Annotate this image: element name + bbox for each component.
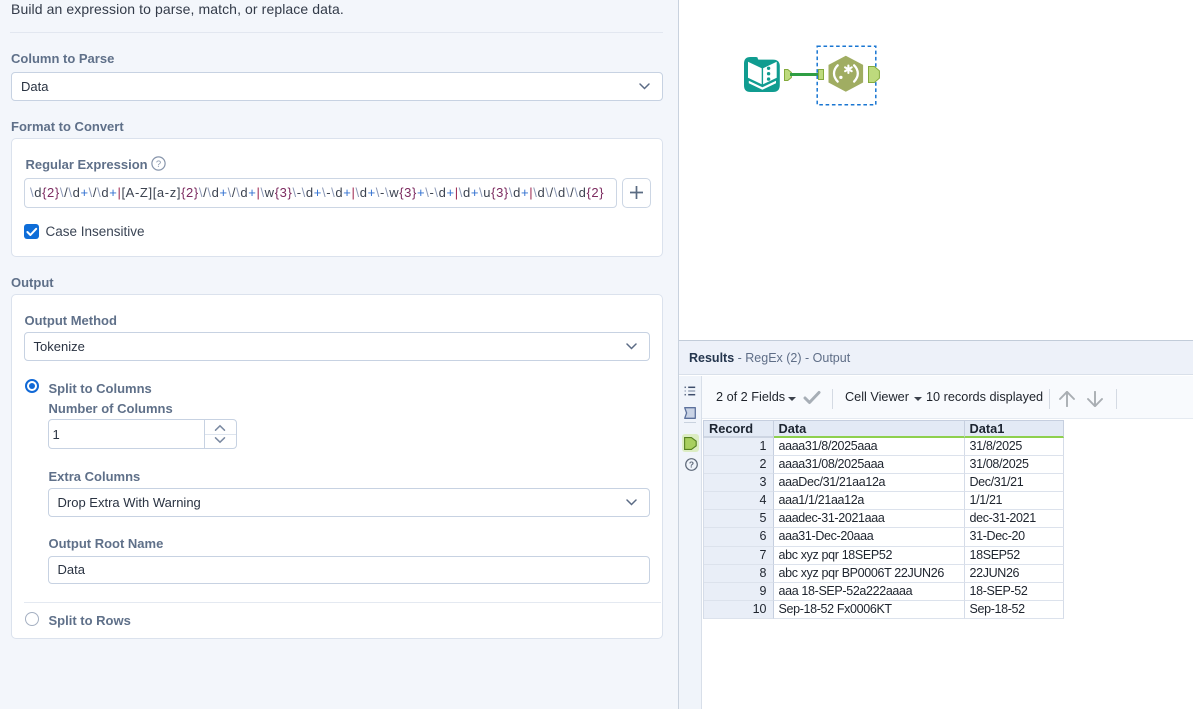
svg-text:?: ?	[156, 159, 161, 170]
svg-text:?: ?	[688, 459, 693, 469]
